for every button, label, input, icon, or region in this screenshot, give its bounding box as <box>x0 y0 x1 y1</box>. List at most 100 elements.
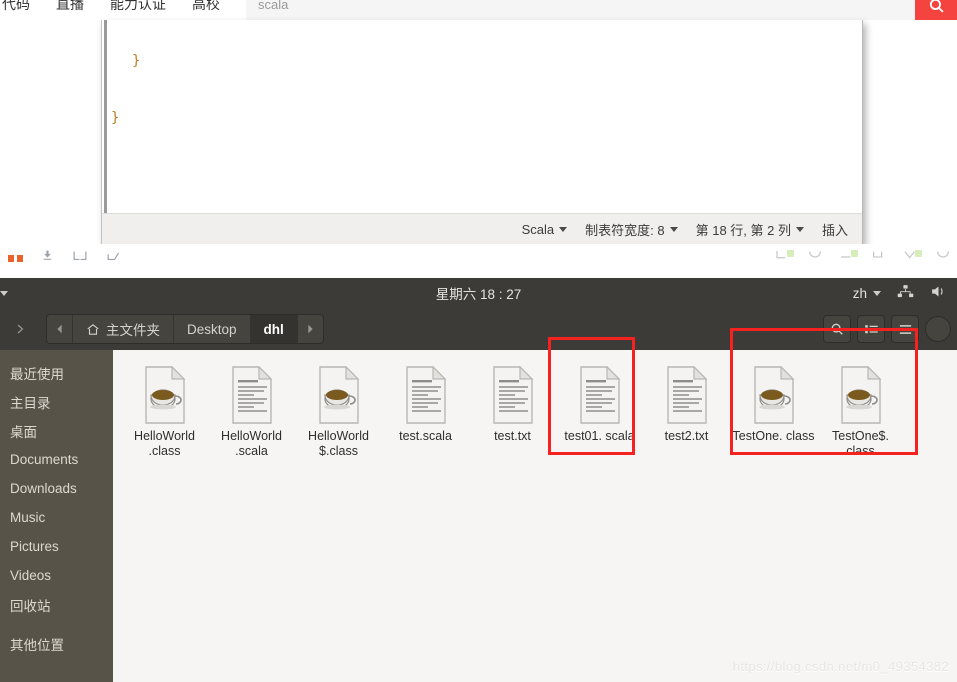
browser-nav: 代码 直播 能力认证 高校 <box>0 0 220 14</box>
sidebar-separator <box>0 619 113 629</box>
view-toggle-button[interactable] <box>857 315 885 343</box>
sidebar-label-other: 其他位置 <box>10 637 64 653</box>
search-button[interactable] <box>915 0 957 20</box>
file-item[interactable]: HelloWorld $.class <box>295 360 382 459</box>
file-item[interactable]: test2.txt <box>643 360 730 459</box>
window-control-button[interactable] <box>925 316 951 342</box>
indicator-icon-6 <box>935 248 951 266</box>
java-class-icon <box>141 365 189 424</box>
breadcrumb-item-home[interactable]: 主文件夹 <box>73 315 174 343</box>
language-label: zh <box>852 285 867 301</box>
corner-arrow-icon <box>106 249 122 267</box>
sidebar-item-music[interactable]: Music <box>0 503 113 532</box>
headerbar-actions <box>823 315 951 343</box>
ubuntu-desktop: 星期六 18 : 27 zh 主文件夹 Desktop dhl 最近使用 主目录… <box>0 244 957 682</box>
screenshot-root: 代码 直播 能力认证 高校 } } Scala <box>0 0 957 682</box>
text-document-icon <box>576 365 624 424</box>
panel-indicators: zh <box>853 284 947 302</box>
indicator-icon-2 <box>807 248 823 266</box>
breadcrumb: 主文件夹 Desktop dhl <box>46 314 324 344</box>
breadcrumb-label-dhl: dhl <box>263 321 284 337</box>
language-indicator[interactable]: zh <box>853 286 881 301</box>
indicator-icon-5 <box>903 248 922 266</box>
menu-button[interactable] <box>891 315 919 343</box>
list-view-icon <box>864 324 878 333</box>
file-grid: HelloWorld .class HelloWorld .scala Hell… <box>113 350 957 459</box>
breadcrumb-item-dhl[interactable]: dhl <box>250 315 298 343</box>
status-tab-width[interactable]: 制表符宽度: 8 <box>585 220 678 239</box>
indicator-left-group <box>8 249 122 267</box>
sidebar-item-pictures[interactable]: Pictures <box>0 532 113 561</box>
status-position-label: 第 18 行, 第 2 列 <box>695 222 791 238</box>
clock-time: 18 : 27 <box>479 287 522 302</box>
bracket-icon <box>72 249 88 267</box>
panel-clock[interactable]: 星期六 18 : 27 <box>0 283 957 303</box>
breadcrumb-next-button[interactable] <box>298 315 323 343</box>
breadcrumb-item-desktop[interactable]: Desktop <box>174 315 251 343</box>
sidebar-item-recent[interactable]: 最近使用 <box>0 358 113 387</box>
indicator-right-group <box>775 248 951 266</box>
java-class-icon <box>315 365 363 424</box>
editor-text-area[interactable]: } } <box>102 20 862 213</box>
sidebar-label-recent: 最近使用 <box>10 366 64 382</box>
breadcrumb-prev-button[interactable] <box>47 315 73 343</box>
nav-item-0[interactable]: 代码 <box>2 0 30 14</box>
status-cursor-position[interactable]: 第 18 行, 第 2 列 <box>696 220 804 239</box>
file-item[interactable]: HelloWorld .scala <box>208 360 295 459</box>
file-item[interactable]: TestOne$. class <box>817 360 904 459</box>
chevron-down-icon <box>795 226 804 232</box>
network-icon[interactable] <box>897 284 914 302</box>
nav-item-3[interactable]: 高校 <box>192 0 220 14</box>
browser-search-bar <box>246 0 957 20</box>
file-item[interactable]: test.txt <box>469 360 556 459</box>
chevron-left-icon <box>57 324 62 334</box>
sidebar-label-documents: Documents <box>10 452 79 467</box>
indicator-icon-1 <box>775 248 794 266</box>
chevron-right-icon <box>308 324 313 334</box>
text-document-icon <box>489 365 537 424</box>
sidebar-item-trash[interactable]: 回收站 <box>0 590 113 619</box>
chevron-down-icon <box>669 226 678 232</box>
file-label: HelloWorld .scala <box>221 429 282 458</box>
sidebar-item-downloads[interactable]: Downloads <box>0 474 113 503</box>
file-item[interactable]: test01. scala <box>556 360 643 459</box>
sidebar-label-videos: Videos <box>10 568 52 583</box>
nav-item-2[interactable]: 能力认证 <box>110 0 166 14</box>
sidebar-toggle-button[interactable] <box>6 315 34 343</box>
file-label: TestOne. class <box>732 429 815 443</box>
status-tab-width-label: 制表符宽度: 8 <box>585 222 665 238</box>
ubuntu-top-panel: 星期六 18 : 27 zh <box>0 278 957 308</box>
editor-cursor-gutter <box>104 20 107 213</box>
file-label: test2.txt <box>664 429 709 443</box>
hamburger-menu-icon <box>899 324 911 334</box>
status-language-label: Scala <box>521 221 555 237</box>
indicator-icon-3 <box>839 248 858 266</box>
file-item[interactable]: HelloWorld .class <box>121 360 208 459</box>
breadcrumb-label-desktop: Desktop <box>187 321 237 337</box>
sidebar-item-home[interactable]: 主目录 <box>0 387 113 416</box>
sidebar-item-desktop[interactable]: 桌面 <box>0 416 113 445</box>
clock-day: 星期六 <box>435 287 477 302</box>
file-item[interactable]: TestOne. class <box>730 360 817 459</box>
watermark-text: https://blog.csdn.net/m0_49354382 <box>732 659 949 674</box>
chevron-down-icon <box>873 290 881 296</box>
text-document-icon <box>663 365 711 424</box>
file-item[interactable]: test.scala <box>382 360 469 459</box>
dash-icon[interactable] <box>8 254 23 262</box>
search-button[interactable] <box>823 315 851 343</box>
sidebar-item-other-locations[interactable]: 其他位置 <box>0 629 113 658</box>
nav-item-1[interactable]: 直播 <box>56 0 84 14</box>
home-icon <box>87 323 99 335</box>
editor-status-bar: Scala 制表符宽度: 8 第 18 行, 第 2 列 插入 <box>102 213 862 244</box>
sidebar-item-documents[interactable]: Documents <box>0 445 113 474</box>
search-input[interactable] <box>246 0 915 20</box>
file-manager-headerbar: 主文件夹 Desktop dhl <box>0 308 957 350</box>
sidebar-item-videos[interactable]: Videos <box>0 561 113 590</box>
status-language[interactable]: Scala <box>522 222 568 237</box>
java-class-icon <box>750 365 798 424</box>
sidebar-label-downloads: Downloads <box>10 481 77 496</box>
code-line-2: } <box>111 110 120 126</box>
file-list-view[interactable]: HelloWorld .class HelloWorld .scala Hell… <box>113 328 957 682</box>
volume-icon[interactable] <box>930 284 947 302</box>
search-icon <box>831 323 843 335</box>
